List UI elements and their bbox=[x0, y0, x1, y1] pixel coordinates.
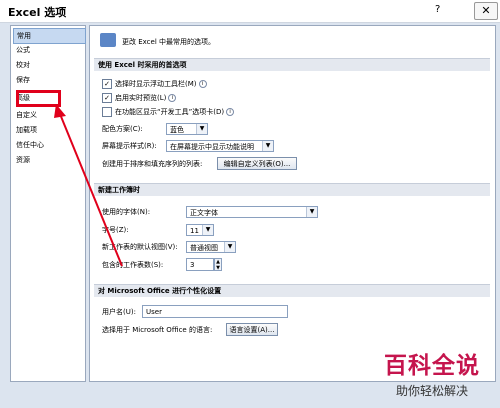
watermark: 百科全说 助你轻松解决 bbox=[368, 346, 496, 402]
excel-options-dialog: Excel 选项 ? ✕ 常用 公式 校对 保存 高级 自定义 加载项 信任中心… bbox=[0, 0, 500, 408]
watermark-title: 百科全说 bbox=[384, 352, 480, 379]
watermark-subtitle: 助你轻松解决 bbox=[395, 384, 468, 398]
